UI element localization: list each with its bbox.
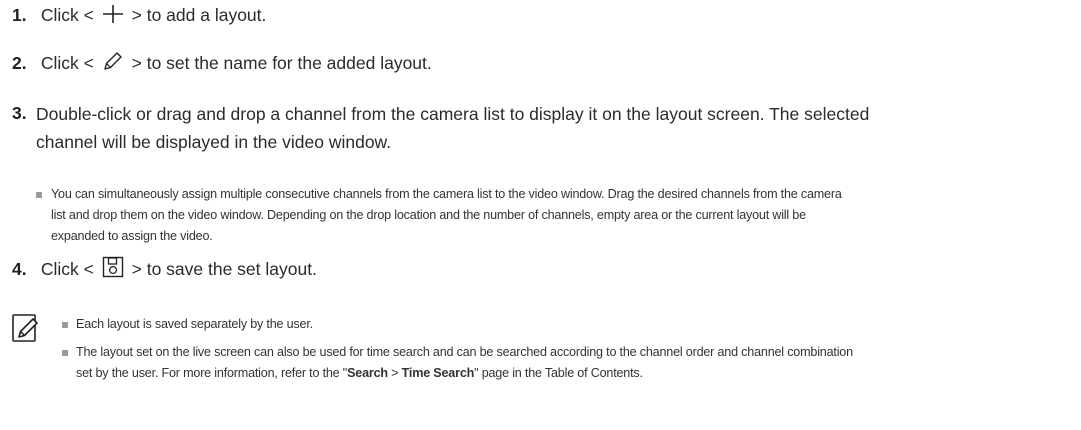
note-line: You can simultaneously assign multiple c… [51, 187, 842, 201]
step-3-note: You can simultaneously assign multiple c… [51, 184, 1071, 247]
document-page: { "steps": [ {"number": "1.", "before": … [0, 0, 1081, 430]
save-layout-icon [102, 256, 124, 286]
step-text-after: > to set the name for the added layout. [131, 53, 432, 73]
step-number: 2. [12, 53, 27, 73]
step-1: 1. Click < > to add a layout. [12, 2, 1052, 32]
note-bold-search: Search [347, 366, 388, 380]
note-bold-time-search: Time Search [401, 366, 475, 380]
step-text-before: Click < [40, 259, 94, 279]
step-text-before: Click < [40, 5, 94, 25]
memo-note-1: Each layout is saved separately by the u… [76, 317, 313, 331]
step-text-before: Click < [40, 53, 94, 73]
memo-pencil-icon [11, 313, 41, 350]
step-text-line: channel will be displayed in the video w… [36, 132, 392, 152]
note-text: " page in the Table of Contents. [474, 366, 643, 380]
note-line: expanded to assign the video. [51, 229, 213, 243]
step-number: 3. [12, 103, 27, 123]
step-4: 4. Click < > to save the set layout. [12, 256, 1052, 286]
note-line: list and drop them on the video window. … [51, 208, 806, 222]
pencil-icon [102, 50, 124, 80]
step-text-line: Double-click or drag and drop a channel … [36, 104, 870, 124]
step-text-after: > to add a layout. [131, 5, 267, 25]
step-3-text: Double-click or drag and drop a channel … [36, 100, 1046, 156]
bullet-marker [62, 322, 68, 328]
memo-note-2: The layout set on the live screen can al… [76, 342, 1076, 384]
step-number: 1. [12, 5, 27, 25]
step-2: 2. Click < > to set the name for the add… [12, 50, 1052, 80]
step-number: 4. [12, 259, 27, 279]
note-separator: > [387, 366, 402, 380]
bullet-marker [62, 350, 68, 356]
bullet-marker [36, 192, 42, 198]
note-text: set by the user. For more information, r… [76, 366, 348, 380]
note-line: The layout set on the live screen can al… [76, 345, 853, 359]
step-text-after: > to save the set layout. [131, 259, 317, 279]
plus-icon [102, 4, 124, 32]
note-line: set by the user. For more information, r… [76, 363, 1076, 384]
